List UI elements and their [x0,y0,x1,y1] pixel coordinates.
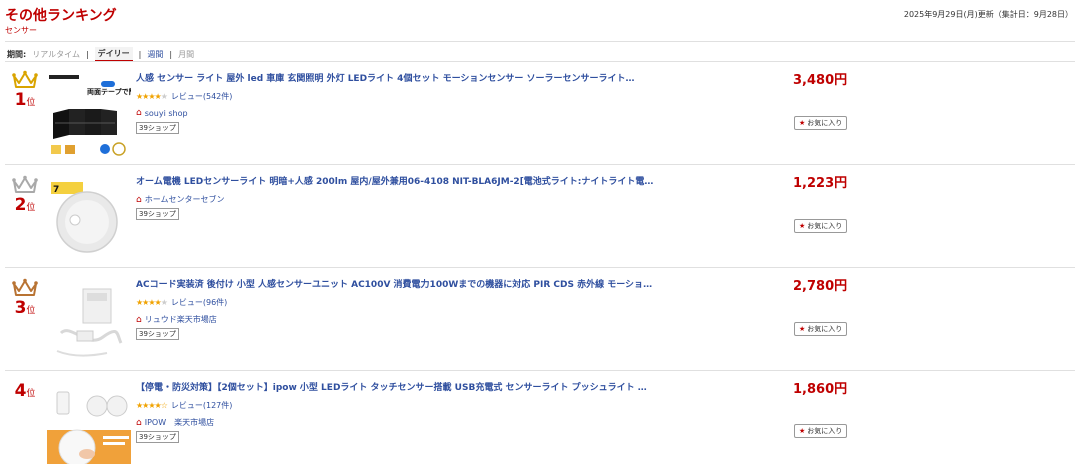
shop-name[interactable]: souyi shop [145,109,188,118]
rank-number: 2位 [14,195,36,215]
divider [5,61,1075,62]
period-option-realtime[interactable]: リアルタイム [32,49,80,60]
review-summary[interactable]: ★★★★★ レビュー(96件) [136,297,227,308]
divider [5,267,1075,268]
favorite-label: お気に入り [807,325,843,333]
shop-badge: 39ショップ [136,431,179,443]
shop-icon: ⌂ [136,194,142,205]
product-price: 1,860円 [793,382,848,397]
shop-link[interactable]: ⌂ IPOW 楽天市場店 [136,417,214,428]
ranking-item: 3位 ACコード実装済 後付け 小型 人感センサーユニット AC100V 消費電… [5,269,1075,371]
shop-link[interactable]: ⌂ ホームセンターセブン [136,194,224,205]
bronze-crown-icon [12,278,38,296]
rank-block: 2位 [9,175,41,215]
review-summary[interactable]: ★★★★☆ レビュー(127件) [136,400,232,411]
product-name-link[interactable]: ACコード実装済 後付け 小型 人感センサーユニット AC100V 消費電力10… [136,277,656,290]
review-count[interactable]: レビュー(96件) [171,298,227,307]
product-thumbnail[interactable] [47,382,131,467]
category-subtitle[interactable]: センサー [5,25,37,36]
star-icon: ★ [799,325,806,333]
rating-stars: ★★★★★ [136,298,168,307]
review-summary[interactable]: ★★★★★ レビュー(542件) [136,91,232,102]
period-separator: | [169,49,173,59]
favorite-label: お気に入り [807,222,843,230]
rank-number: 3位 [14,298,36,318]
period-label: 期間: [7,49,27,59]
rank-block: 1位 [9,70,41,110]
period-option-daily[interactable]: デイリー [94,47,133,61]
shop-link[interactable]: ⌂ リュウド楽天市場店 [136,314,217,325]
favorite-button[interactable]: ★ お気に入り [794,424,848,438]
product-name-link[interactable]: オーム電機 LEDセンサーライト 明暗+人感 200lm 屋内/屋外兼用06-4… [136,174,656,187]
period-selector: 期間: リアルタイム | デイリー | 週間 | 月間 [7,47,194,61]
review-count[interactable]: レビュー(542件) [171,92,233,101]
rank-number: 1位 [14,90,36,110]
silver-crown-icon [12,175,38,193]
star-icon: ★ [799,119,806,127]
shop-badge: 39ショップ [136,122,179,134]
shop-link[interactable]: ⌂ souyi shop [136,108,188,118]
shop-name[interactable]: ホームセンターセブン [145,194,225,205]
shop-badge: 39ショップ [136,208,179,220]
product-price: 3,480円 [793,73,848,88]
star-icon: ★ [799,222,806,230]
page-title: その他ランキング [5,8,117,24]
thumb-caption: 両面テープで簡単設置! [87,87,131,96]
period-option-weekly[interactable]: 週間 [147,49,163,60]
rank-block: 4位 [9,381,41,401]
shop-icon: ⌂ [136,108,142,118]
favorite-button[interactable]: ★ お気に入り [794,322,848,336]
shop-icon: ⌂ [136,314,142,325]
divider [5,41,1075,42]
rank-number: 4位 [14,381,36,401]
favorite-label: お気に入り [807,427,843,435]
favorite-button[interactable]: ★ お気に入り [794,219,848,233]
product-image [47,279,131,363]
product-image: 両面テープで簡単設置! [47,73,160,157]
period-separator: | [138,49,142,59]
shop-name[interactable]: IPOW 楽天市場店 [145,417,214,428]
review-count[interactable]: レビュー(127件) [171,401,233,410]
shop-icon: ⌂ [136,417,142,428]
favorite-label: お気に入り [807,119,843,127]
period-separator: | [85,49,89,59]
ranking-item: 1位 両面テープで簡単設置! 人感 センサー ライト 屋外 led 車庫 玄関照… [5,63,1075,165]
product-thumbnail[interactable]: 7 [47,176,131,260]
star-icon: ★ [799,427,806,435]
favorite-button[interactable]: ★ お気に入り [794,116,848,130]
product-image [47,382,131,467]
product-image: 7 [47,176,131,260]
product-price: 2,780円 [793,279,848,294]
product-name-link[interactable]: 人感 センサー ライト 屋外 led 車庫 玄関照明 外灯 LEDライト 4個セ… [136,71,656,84]
rank-block: 3位 [9,278,41,318]
product-thumbnail[interactable] [47,279,131,363]
svg-text:7: 7 [53,185,59,195]
ranking-item: 4位 【停電・防災対策】【2個セット】ipow 小型 LEDライト タッチセンサ… [5,372,1075,472]
product-price: 1,223円 [793,176,848,191]
product-thumbnail[interactable]: 両面テープで簡単設置! [47,73,160,157]
rating-stars: ★★★★★ [136,92,168,101]
period-option-monthly[interactable]: 月間 [178,49,194,60]
gold-crown-icon [12,70,38,88]
divider [5,164,1075,165]
divider [5,370,1075,371]
rating-stars: ★★★★☆ [136,401,168,410]
ranking-item: 2位 7 オーム電機 LEDセンサーライト 明暗+人感 200lm 屋内/屋外兼… [5,166,1075,268]
product-name-link[interactable]: 【停電・防災対策】【2個セット】ipow 小型 LEDライト タッチセンサー搭載… [136,380,656,393]
shop-name[interactable]: リュウド楽天市場店 [145,314,217,325]
shop-badge: 39ショップ [136,328,179,340]
updated-date: 2025年9月29日(月)更新（集計日：9月28日） [903,10,1073,19]
